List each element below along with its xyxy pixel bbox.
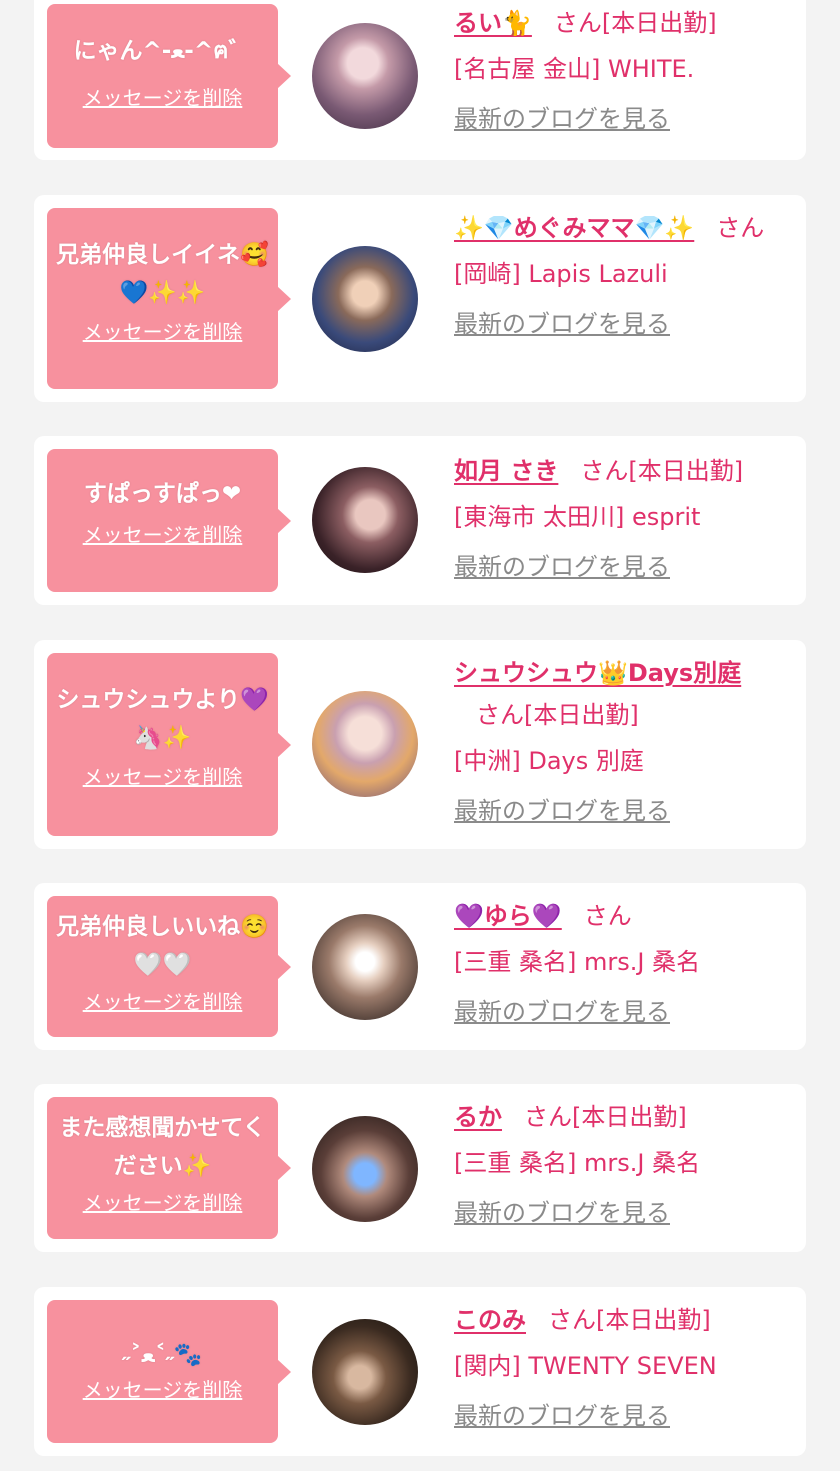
message-card: 兄弟仲良しイイネ🥰💙✨✨ メッセージを削除 ✨💎めぐみママ💎✨ さん [岡崎] L… [34,195,806,402]
cast-info: 💜ゆら💜 さん [三重 桑名] mrs.J 桑名 最新のブログを見る [454,895,786,1029]
status-badge: [本日出勤] [572,1103,687,1131]
shop-name: [中洲] Days 別庭 [454,747,644,775]
delete-message-link[interactable]: メッセージを削除 [55,1376,270,1404]
status-badge: [本日出勤] [524,701,639,729]
honorific: さん [716,214,765,242]
message-text: シュウシュウより💜🦄✨ [56,687,269,751]
cast-info: ✨💎めぐみママ💎✨ さん [岡崎] Lapis Lazuli 最新のブログを見る [454,207,786,341]
delete-message-link[interactable]: メッセージを削除 [55,521,270,549]
honorific: さん [553,9,602,37]
message-card: ˶˃ﻌ˂˶🐾 メッセージを削除 このみ さん[本日出勤] [関内] TWENTY … [34,1287,806,1456]
delete-message-link[interactable]: メッセージを削除 [55,988,270,1016]
cast-name-link[interactable]: ✨💎めぐみママ💎✨ [454,214,694,242]
cast-info: るい🐈 さん[本日出勤] [名古屋 金山] WHITE. 最新のブログを見る [454,2,786,136]
message-card: シュウシュウより💜🦄✨ メッセージを削除 シュウシュウ👑Days別庭さん[本日出… [34,640,806,849]
avatar[interactable] [312,691,418,797]
status-badge: [本日出勤] [601,9,717,37]
latest-blog-link[interactable]: 最新のブログを見る [454,794,670,828]
cast-name-link[interactable]: このみ [454,1306,526,1334]
latest-blog-link[interactable]: 最新のブログを見る [454,307,670,341]
avatar[interactable] [312,1319,418,1425]
cast-info: るか さん[本日出勤] [三重 桑名] mrs.J 桑名 最新のブログを見る [454,1096,786,1230]
honorific: さん [580,457,629,485]
cast-name-link[interactable]: 如月 さき [454,457,558,485]
message-card: すぱっすぱっ❤ メッセージを削除 如月 さき さん[本日出勤] [東海市 太田川]… [34,436,806,605]
message-card: 兄弟仲良しいいね☺️🤍🤍 メッセージを削除 💜ゆら💜 さん [三重 桑名] mrs… [34,883,806,1050]
message-list: にゃん^-ﻌ-^ฅ゛ メッセージを削除 るい🐈 さん[本日出勤] [名古屋 金山]… [0,0,840,1471]
cast-name-link[interactable]: シュウシュウ👑Days別庭 [454,659,741,687]
message-card: また感想聞かせてください✨ メッセージを削除 るか さん[本日出勤] [三重 桑名… [34,1084,806,1252]
cast-name-link[interactable]: 💜ゆら💜 [454,902,562,930]
shop-name: [三重 桑名] mrs.J 桑名 [454,948,701,976]
message-text: 兄弟仲良しイイネ🥰💙✨✨ [56,242,269,306]
cast-info: シュウシュウ👑Days別庭さん[本日出勤] [中洲] Days 別庭 最新のブロ… [454,652,786,828]
message-bubble: 兄弟仲良しイイネ🥰💙✨✨ メッセージを削除 [47,208,291,389]
cast-name-link[interactable]: るい🐈 [454,9,532,37]
message-text: 兄弟仲良しいいね☺️🤍🤍 [56,914,269,978]
shop-name: [岡崎] Lapis Lazuli [454,260,668,288]
honorific: さん [583,902,632,930]
delete-message-link[interactable]: メッセージを削除 [55,763,270,791]
cast-info: 如月 さき さん[本日出勤] [東海市 太田川] esprit 最新のブログを見る [454,450,786,584]
message-bubble: 兄弟仲良しいいね☺️🤍🤍 メッセージを削除 [47,896,291,1037]
cast-name-link[interactable]: るか [454,1103,502,1131]
latest-blog-link[interactable]: 最新のブログを見る [454,1196,670,1230]
message-text: また感想聞かせてください✨ [59,1115,266,1179]
message-text: ˶˃ﻌ˂˶🐾 [122,1342,203,1368]
status-badge: [本日出勤] [596,1306,711,1334]
status-badge: [本日出勤] [628,457,744,485]
shop-name: [東海市 太田川] esprit [454,503,701,531]
message-bubble: また感想聞かせてください✨ メッセージを削除 [47,1097,291,1239]
delete-message-link[interactable]: メッセージを削除 [55,318,270,346]
message-text: にゃん^-ﻌ-^ฅ゛ [73,38,252,64]
shop-name: [三重 桑名] mrs.J 桑名 [454,1149,701,1177]
honorific: さん [476,701,524,729]
latest-blog-link[interactable]: 最新のブログを見る [454,550,670,584]
shop-name: [関内] TWENTY SEVEN [454,1352,717,1380]
avatar[interactable] [312,23,418,129]
delete-message-link[interactable]: メッセージを削除 [55,1189,270,1217]
honorific: さん [548,1306,596,1334]
message-bubble: シュウシュウより💜🦄✨ メッセージを削除 [47,653,291,836]
latest-blog-link[interactable]: 最新のブログを見る [454,102,670,136]
delete-message-link[interactable]: メッセージを削除 [55,84,270,112]
avatar[interactable] [312,1116,418,1222]
message-bubble: にゃん^-ﻌ-^ฅ゛ メッセージを削除 [47,4,291,148]
latest-blog-link[interactable]: 最新のブログを見る [454,995,670,1029]
shop-name: [名古屋 金山] WHITE. [454,55,695,83]
honorific: さん [524,1103,572,1131]
message-text: すぱっすぱっ❤ [83,481,242,507]
message-bubble: ˶˃ﻌ˂˶🐾 メッセージを削除 [47,1300,291,1443]
avatar[interactable] [312,246,418,352]
latest-blog-link[interactable]: 最新のブログを見る [454,1399,670,1433]
cast-info: このみ さん[本日出勤] [関内] TWENTY SEVEN 最新のブログを見る [454,1299,786,1433]
avatar[interactable] [312,914,418,1020]
message-card: にゃん^-ﻌ-^ฅ゛ メッセージを削除 るい🐈 さん[本日出勤] [名古屋 金山]… [34,0,806,160]
message-bubble: すぱっすぱっ❤ メッセージを削除 [47,449,291,592]
avatar[interactable] [312,467,418,573]
